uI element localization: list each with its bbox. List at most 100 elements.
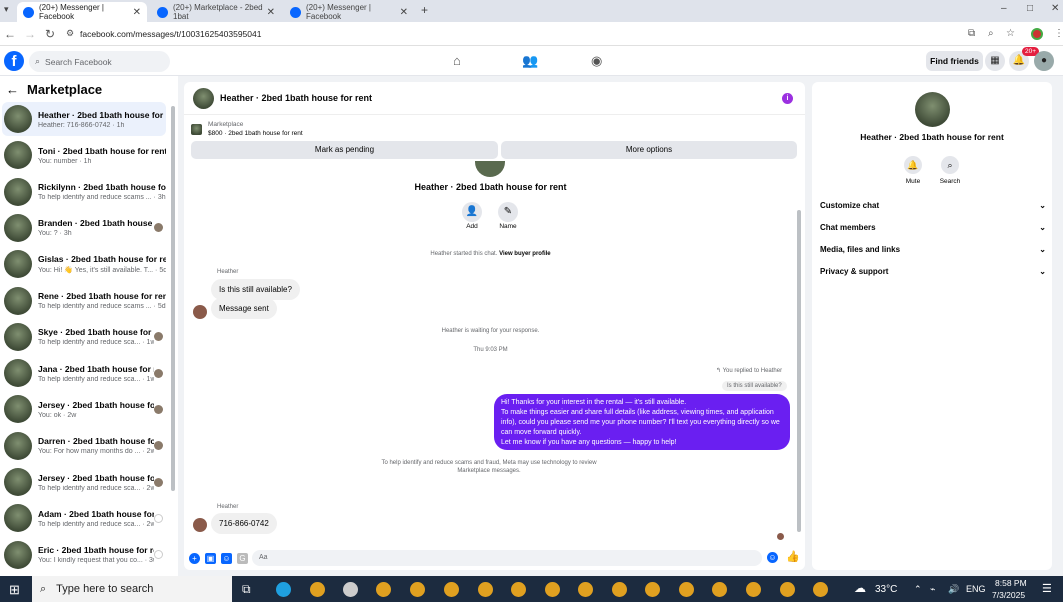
zoom-icon[interactable]: ⌕ (988, 28, 994, 39)
conversation-item[interactable]: Jersey · 2bed 1bath house for ...To help… (2, 465, 166, 499)
mark-as-pending-button[interactable]: Mark as pending (191, 141, 498, 159)
conversation-item[interactable]: Rickilynn · 2bed 1bath house for... To he… (2, 175, 166, 209)
customize-chat-row[interactable]: Customize chat ⌄ (820, 201, 1046, 210)
chrome-icon[interactable] (679, 582, 694, 597)
reload-icon[interactable]: ↻ (40, 27, 60, 41)
plus-icon[interactable]: + (189, 552, 200, 564)
conversation-item[interactable]: Eric · 2bed 1bath house for rent You: I k… (2, 538, 166, 572)
install-icon[interactable]: ⧉ (968, 28, 975, 39)
conversation-item[interactable]: Gislas · 2bed 1bath house for rent You: H… (2, 247, 166, 281)
like-thumb-icon[interactable]: 👍 (786, 550, 800, 563)
home-icon[interactable]: ⌂ (453, 53, 461, 68)
app-icon[interactable] (343, 582, 358, 597)
bookmark-star-icon[interactable]: ☆ (1006, 28, 1015, 39)
start-icon[interactable]: ⊞ (9, 582, 20, 598)
network-icon[interactable]: ⌁ (930, 584, 935, 595)
volume-icon[interactable]: 🔊 (948, 584, 959, 595)
sticker-icon[interactable]: ☺ (221, 552, 232, 564)
notification-center-icon[interactable]: ☰ (1042, 582, 1052, 595)
menu-grid-icon[interactable]: ▦ (985, 51, 1005, 71)
site-info-icon[interactable]: ⚙ (60, 28, 80, 39)
maximize-icon[interactable]: □ (1027, 3, 1033, 14)
chat-avatar[interactable] (193, 87, 214, 109)
close-window-icon[interactable]: ✕ (1051, 3, 1059, 14)
chrome-icon[interactable] (310, 582, 325, 597)
outgoing-message-bubble[interactable]: Hi! Thanks for your interest in the rent… (494, 394, 790, 450)
tab-messenger[interactable]: (20+) Messenger | Facebook ✕ (17, 2, 147, 22)
chrome-icon[interactable] (478, 582, 493, 597)
address-bar[interactable]: facebook.com/messages/t/1003162540359504… (80, 29, 261, 39)
search-input[interactable]: ⌕ Search Facebook (29, 51, 170, 72)
chrome-icon[interactable] (410, 582, 425, 597)
conversation-item[interactable]: Rene · 2bed 1bath house for rent To help … (2, 284, 166, 318)
more-options-button[interactable]: More options (501, 141, 797, 159)
gif-icon[interactable]: G (237, 552, 248, 564)
message-bubble[interactable]: Is this still available? (211, 279, 300, 300)
tab-messenger-2[interactable]: (20+) Messenger | Facebook ✕ (284, 2, 414, 22)
conversation-item[interactable]: Heather · 2bed 1bath house for ... Heathe… (2, 102, 166, 136)
privacy-support-row[interactable]: Privacy & support ⌄ (820, 267, 1046, 276)
forward-icon[interactable]: → (20, 27, 40, 41)
chrome-icon[interactable] (511, 582, 526, 597)
find-friends-button[interactable]: Find friends (926, 51, 983, 71)
chrome-icon[interactable] (612, 582, 627, 597)
chrome-icon[interactable] (376, 582, 391, 597)
conversation-item[interactable]: Skye · 2bed 1bath house for r... To help … (2, 320, 166, 354)
edit-name-icon[interactable]: ✎ (498, 202, 518, 222)
friends-icon[interactable]: 👥 (522, 53, 538, 69)
close-tab-icon[interactable]: ✕ (267, 7, 275, 18)
close-tab-icon[interactable]: ✕ (400, 7, 408, 18)
conversation-item[interactable]: Jana · 2bed 1bath house for r... To help … (2, 356, 166, 390)
chrome-icon[interactable] (444, 582, 459, 597)
conversation-item[interactable]: Jersey · 2bed 1bath house for ...You: ok… (2, 392, 166, 426)
tray-up-icon[interactable]: ⌃ (914, 584, 922, 595)
new-tab-icon[interactable]: + (421, 3, 428, 17)
info-icon[interactable]: i (782, 93, 793, 104)
facebook-logo-icon[interactable]: f (4, 51, 24, 71)
listing-info[interactable]: Marketplace $800 · 2bed 1bath house for … (191, 121, 303, 137)
conversation-item[interactable]: Toni · 2bed 1bath house for rent You: num… (2, 138, 166, 172)
sidebar-scrollbar[interactable] (171, 106, 175, 491)
groups-icon[interactable]: ◉ (591, 53, 602, 69)
chat-members-row[interactable]: Chat members ⌄ (820, 223, 1046, 232)
conversation-item[interactable]: Branden · 2bed 1bath house f... You: ? · … (2, 211, 166, 245)
chat-scrollbar[interactable] (797, 210, 801, 532)
weather-icon[interactable]: ☁ (854, 581, 866, 595)
close-tab-icon[interactable]: ✕ (133, 7, 141, 18)
minimize-icon[interactable]: – (1001, 3, 1007, 14)
language[interactable]: ENG (966, 584, 986, 594)
chrome-icon[interactable] (712, 582, 727, 597)
chrome-icon[interactable] (813, 582, 828, 597)
tab-menu-icon[interactable]: ▾ (4, 4, 9, 15)
tab-marketplace[interactable]: (20+) Marketplace - 2bed 1bat ✕ (151, 2, 281, 22)
quoted-message[interactable]: Is this still available? (722, 381, 787, 391)
temperature[interactable]: 33°C (875, 584, 897, 595)
clock-time[interactable]: 8:58 PM (995, 578, 1027, 588)
account-avatar[interactable]: ● (1034, 51, 1054, 71)
message-bubble[interactable]: Message sent (211, 298, 277, 319)
browser-menu-icon[interactable]: ⋮ (1054, 28, 1063, 39)
conversation-item[interactable]: Darren · 2bed 1bath house for... You: For… (2, 429, 166, 463)
emoji-icon[interactable]: ☺ (767, 552, 778, 563)
photo-icon[interactable]: ▣ (205, 552, 216, 564)
profile-icon[interactable] (1031, 27, 1043, 40)
add-icon[interactable]: 👤 (462, 202, 482, 222)
view-buyer-profile-link[interactable]: View buyer profile (499, 251, 551, 257)
chrome-icon[interactable] (780, 582, 795, 597)
taskbar-search[interactable]: ⌕ Type here to search (32, 576, 232, 602)
edge-icon[interactable] (276, 582, 291, 597)
task-view-icon[interactable]: ⧉ (242, 582, 251, 597)
message-bubble[interactable]: 716-866-0742 (211, 513, 277, 534)
chrome-icon[interactable] (645, 582, 660, 597)
chrome-icon[interactable] (578, 582, 593, 597)
message-input[interactable]: Aa (252, 550, 762, 566)
conversation-item[interactable]: Adam · 2bed 1bath house for ... To help i… (2, 501, 166, 535)
mute-icon[interactable]: 🔔 (904, 156, 922, 174)
clock-date[interactable]: 7/3/2025 (992, 590, 1025, 600)
back-arrow-icon[interactable]: ← (6, 82, 19, 97)
search-conversation-icon[interactable]: ⌕ (941, 156, 959, 174)
media-files-links-row[interactable]: Media, files and links ⌄ (820, 245, 1046, 254)
chrome-icon[interactable] (545, 582, 560, 597)
back-icon[interactable]: ← (0, 27, 20, 41)
chat-title[interactable]: Heather · 2bed 1bath house for rent (220, 93, 372, 103)
